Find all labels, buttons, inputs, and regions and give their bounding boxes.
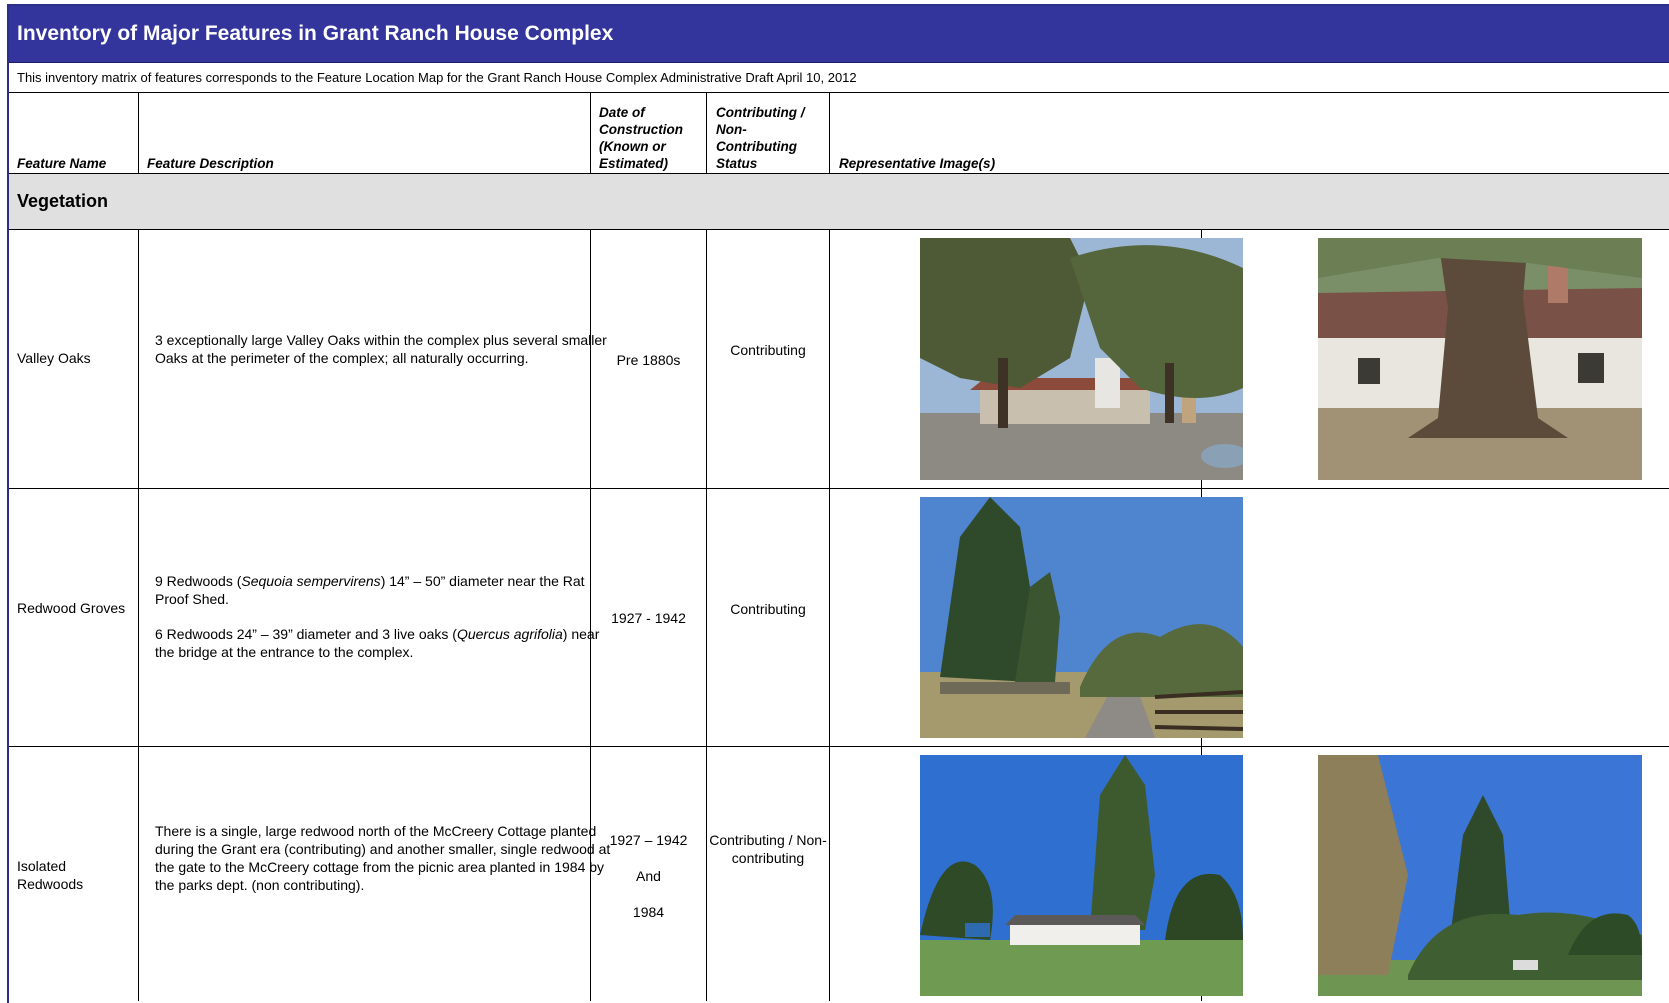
- grid-line: [138, 93, 139, 174]
- header-date-line: (Known or: [599, 139, 666, 154]
- column-header-row: Feature Name Feature Description Date of…: [9, 93, 1669, 174]
- isolated-redwoods-photo-2: [1318, 755, 1642, 996]
- title-bar: Inventory of Major Features in Grant Ran…: [9, 6, 1669, 63]
- feature-name-cell: Redwood Groves: [17, 600, 126, 616]
- subtitle-row: This inventory matrix of features corres…: [9, 63, 1669, 93]
- date-cell: 1927 - 1942: [611, 610, 686, 626]
- species-name: Sequoia sempervirens: [241, 573, 381, 589]
- section-header-vegetation: Vegetation: [9, 174, 1669, 230]
- description-paragraph: 6 Redwoods 24” – 39” diameter and 3 live…: [155, 625, 617, 661]
- status-cell: Contributing / Non-contributing: [709, 832, 827, 866]
- date-cell: 1927 – 1942 And 1984: [591, 831, 706, 921]
- description-text: 6 Redwoods 24” – 39” diameter and 3 live…: [155, 626, 457, 642]
- header-status: Contributing / Non- Contributing Status: [708, 93, 831, 173]
- row-divider: [9, 488, 1669, 489]
- redwood-groves-photo: [920, 497, 1243, 738]
- header-feature-name: Feature Name: [9, 93, 139, 173]
- header-status-label: Contributing / Non- Contributing Status: [716, 104, 827, 172]
- header-images: Representative Image(s): [831, 93, 1331, 173]
- header-date-line: Construction: [599, 122, 683, 137]
- header-date-label: Date of Construction (Known or Estimated…: [599, 104, 704, 172]
- feature-description-cell: 3 exceptionally large Valley Oaks within…: [155, 332, 607, 366]
- header-feature-name-label: Feature Name: [17, 156, 107, 171]
- header-date: Date of Construction (Known or Estimated…: [591, 93, 708, 173]
- header-status-line: Contributing /: [716, 105, 805, 120]
- date-line: 1927 – 1942: [609, 832, 688, 848]
- description-paragraph: 9 Redwoods (Sequoia sempervirens) 14” – …: [155, 572, 617, 608]
- grid-line: [590, 93, 591, 174]
- feature-name-cell: Isolated Redwoods: [17, 858, 84, 892]
- status-cell: Contributing: [730, 601, 806, 617]
- section-title: Vegetation: [17, 191, 109, 211]
- feature-description-cell: 9 Redwoods (Sequoia sempervirens) 14” – …: [155, 572, 617, 661]
- header-date-line: Date of: [599, 105, 645, 120]
- valley-oaks-photo-1: [920, 238, 1243, 480]
- header-status-line: Contributing: [716, 139, 797, 154]
- isolated-redwoods-photo-1: [920, 755, 1243, 996]
- species-name: Quercus agrifolia: [456, 626, 563, 642]
- grid-line: [138, 230, 139, 1001]
- page-title: Inventory of Major Features in Grant Ran…: [17, 22, 614, 45]
- feature-name-cell: Valley Oaks: [17, 350, 91, 366]
- grid-line: [829, 230, 830, 1001]
- subtitle-text: This inventory matrix of features corres…: [17, 70, 857, 85]
- description-text: 9 Redwoods (: [155, 573, 242, 589]
- header-status-line: Non-: [716, 122, 747, 137]
- status-cell: Contributing: [730, 342, 806, 358]
- grid-line: [706, 93, 707, 174]
- date-cell: Pre 1880s: [616, 352, 681, 368]
- date-line: 1984: [632, 904, 665, 920]
- header-images-label: Representative Image(s): [839, 156, 996, 171]
- valley-oaks-photo-2: [1318, 238, 1642, 480]
- feature-description-cell: There is a single, large redwood north o…: [155, 823, 611, 893]
- grid-line: [829, 93, 830, 174]
- header-feature-description-label: Feature Description: [147, 156, 274, 171]
- date-line: And: [636, 868, 661, 884]
- header-status-line: Status: [716, 156, 758, 171]
- header-feature-description: Feature Description: [139, 93, 592, 173]
- header-date-line: Estimated): [599, 156, 669, 171]
- row-divider: [9, 746, 1669, 747]
